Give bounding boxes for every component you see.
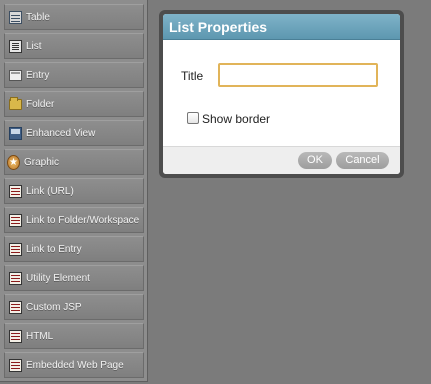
palette-item-custom-jsp[interactable]: Custom JSP bbox=[4, 294, 144, 320]
dialog-header[interactable]: List Properties bbox=[163, 14, 400, 40]
palette-item-graphic[interactable]: ★ Graphic bbox=[4, 149, 144, 175]
palette-item-label: Link to Entry bbox=[26, 243, 82, 255]
element-palette: Table List Entry Folder Enhanced View ★ … bbox=[0, 0, 148, 382]
dialog-footer: OK Cancel bbox=[163, 146, 400, 174]
link-entry-icon bbox=[9, 242, 22, 256]
link-folder-icon bbox=[9, 213, 22, 227]
graphic-icon: ★ bbox=[7, 154, 20, 170]
utility-element-icon bbox=[9, 271, 22, 285]
palette-item-label: Table bbox=[26, 11, 50, 23]
palette-item-label: Embedded Web Page bbox=[26, 359, 124, 371]
palette-item-label: Custom JSP bbox=[26, 301, 82, 313]
palette-item-label: Enhanced View bbox=[26, 127, 96, 139]
palette-item-label: Entry bbox=[26, 69, 50, 81]
folder-icon bbox=[9, 96, 22, 110]
title-input[interactable] bbox=[218, 63, 378, 87]
embedded-web-page-icon bbox=[9, 358, 22, 372]
palette-item-label: List bbox=[26, 40, 42, 52]
html-icon bbox=[9, 329, 22, 343]
dialog-body: List Properties Title Show border OK Can… bbox=[163, 14, 400, 174]
palette-item-table[interactable]: Table bbox=[4, 4, 144, 30]
dialog-title: List Properties bbox=[169, 18, 268, 35]
palette-item-link-entry[interactable]: Link to Entry bbox=[4, 236, 144, 262]
palette-item-entry[interactable]: Entry bbox=[4, 62, 144, 88]
palette-item-label: HTML bbox=[26, 330, 54, 342]
cancel-button[interactable]: Cancel bbox=[336, 152, 389, 169]
custom-jsp-icon bbox=[9, 300, 22, 314]
palette-item-embedded-web-page[interactable]: Embedded Web Page bbox=[4, 352, 144, 378]
palette-item-label: Link to Folder/Workspace bbox=[26, 214, 140, 226]
palette-item-utility-element[interactable]: Utility Element bbox=[4, 265, 144, 291]
show-border-label[interactable]: Show border bbox=[202, 112, 270, 126]
table-icon bbox=[9, 10, 22, 24]
palette-item-label: Folder bbox=[26, 98, 55, 110]
palette-item-label: Link (URL) bbox=[26, 185, 74, 197]
palette-item-list[interactable]: List bbox=[4, 33, 144, 59]
list-properties-dialog: List Properties Title Show border OK Can… bbox=[159, 10, 404, 178]
palette-item-folder[interactable]: Folder bbox=[4, 91, 144, 117]
enhanced-view-icon bbox=[9, 126, 22, 140]
title-field-label: Title bbox=[181, 69, 204, 83]
ok-button[interactable]: OK bbox=[298, 152, 332, 169]
show-border-checkbox[interactable] bbox=[187, 112, 199, 124]
entry-icon bbox=[9, 69, 22, 81]
link-url-icon bbox=[9, 184, 22, 198]
palette-item-link-url[interactable]: Link (URL) bbox=[4, 178, 144, 204]
palette-item-label: Graphic bbox=[24, 156, 60, 168]
palette-item-enhanced-view[interactable]: Enhanced View bbox=[4, 120, 144, 146]
palette-item-link-folder[interactable]: Link to Folder/Workspace bbox=[4, 207, 144, 233]
palette-item-html[interactable]: HTML bbox=[4, 323, 144, 349]
list-icon bbox=[9, 39, 22, 53]
palette-item-label: Utility Element bbox=[26, 272, 90, 284]
